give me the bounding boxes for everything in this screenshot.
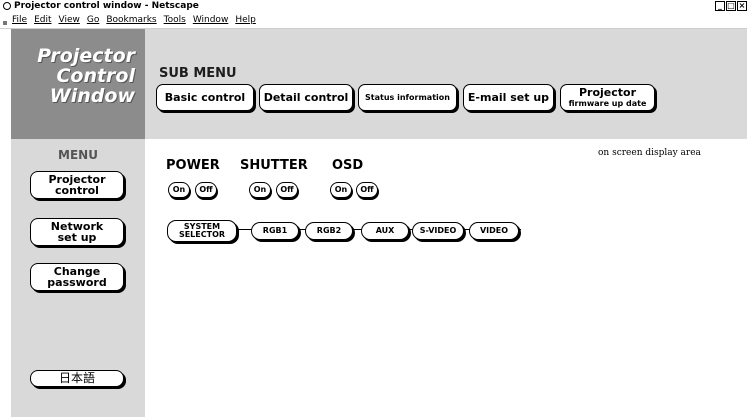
- rgb1-button[interactable]: RGB1: [251, 222, 299, 240]
- email-set-up-label: E-mail set up: [467, 91, 550, 104]
- osd-off-button[interactable]: Off: [356, 182, 378, 198]
- network-set-up-label-2: set up: [57, 231, 97, 244]
- menu-bookmarks[interactable]: Bookmarks: [106, 13, 156, 28]
- logo-line-3: Window: [49, 85, 135, 107]
- rgb2-button[interactable]: RGB2: [305, 222, 353, 240]
- menu-view[interactable]: View: [59, 13, 80, 28]
- shutter-off-button[interactable]: Off: [276, 182, 298, 198]
- projector-control-label-2: control: [55, 184, 99, 197]
- shutter-on-button[interactable]: On: [249, 182, 271, 198]
- submenu-title: SUB MENU: [159, 66, 237, 81]
- system-selector-button[interactable]: SYSTEM SELECTOR: [167, 220, 237, 242]
- power-off-button[interactable]: Off: [195, 182, 217, 198]
- firmware-update-button[interactable]: Projector firmware up date: [560, 84, 655, 111]
- submenu-panel: SUB MENU Basic control Detail control St…: [145, 29, 747, 139]
- menu-edit[interactable]: Edit: [34, 13, 51, 28]
- status-information-label: Status information: [365, 93, 450, 102]
- maximize-button[interactable]: □: [726, 1, 736, 11]
- s-video-button[interactable]: S-VIDEO: [412, 222, 464, 240]
- osd-label: OSD: [332, 158, 364, 173]
- power-on-button[interactable]: On: [168, 182, 190, 198]
- menu-file[interactable]: File: [12, 13, 27, 28]
- logo-panel: Projector Control Window: [11, 29, 145, 139]
- basic-control-label: Basic control: [164, 91, 246, 104]
- japanese-language-label: 日本語: [58, 371, 95, 385]
- title-bar: Projector control window - Netscape _ □ …: [0, 0, 747, 13]
- window-controls: _ □ ×: [715, 1, 747, 11]
- main-content: on screen display area POWER SHUTTER OSD…: [145, 139, 747, 417]
- projector-control-button[interactable]: Projector control: [30, 171, 124, 199]
- minimize-button[interactable]: _: [715, 1, 725, 11]
- system-selector-label-2: SELECTOR: [178, 230, 226, 239]
- video-button[interactable]: VIDEO: [469, 222, 519, 240]
- network-set-up-button[interactable]: Network set up: [30, 218, 124, 246]
- menu-bar: File Edit View Go Bookmarks Tools Window…: [0, 13, 747, 29]
- menu-go[interactable]: Go: [87, 13, 99, 28]
- netscape-icon: [3, 2, 11, 10]
- osd-area-label: on screen display area: [598, 148, 701, 158]
- shutter-label: SHUTTER: [240, 158, 308, 173]
- firmware-update-label-1: Projector: [578, 85, 637, 99]
- japanese-language-button[interactable]: 日本語: [30, 370, 124, 387]
- detail-control-label: Detail control: [263, 91, 349, 104]
- detail-control-button[interactable]: Detail control: [259, 84, 353, 111]
- power-label: POWER: [166, 158, 220, 173]
- menu-tools[interactable]: Tools: [164, 13, 186, 28]
- menu-help[interactable]: Help: [235, 13, 256, 28]
- email-set-up-button[interactable]: E-mail set up: [463, 84, 554, 111]
- change-password-button[interactable]: Change password: [30, 263, 124, 291]
- change-password-label-2: password: [47, 276, 107, 289]
- window-title: Projector control window - Netscape: [14, 1, 199, 11]
- osd-on-button[interactable]: On: [330, 182, 352, 198]
- logo-line-2: Control: [56, 65, 135, 87]
- logo-line-1: Projector: [37, 45, 135, 67]
- left-menu-panel: MENU Projector control Network set up Ch…: [11, 139, 145, 417]
- menu-window[interactable]: Window: [193, 13, 229, 28]
- aux-button[interactable]: AUX: [361, 222, 409, 240]
- close-button[interactable]: ×: [737, 1, 747, 11]
- toolbar-grip-icon[interactable]: [3, 21, 7, 25]
- menu-title: MENU: [58, 148, 98, 162]
- status-information-button[interactable]: Status information: [358, 84, 457, 111]
- firmware-update-label-2: firmware up date: [568, 98, 647, 108]
- basic-control-button[interactable]: Basic control: [156, 84, 254, 111]
